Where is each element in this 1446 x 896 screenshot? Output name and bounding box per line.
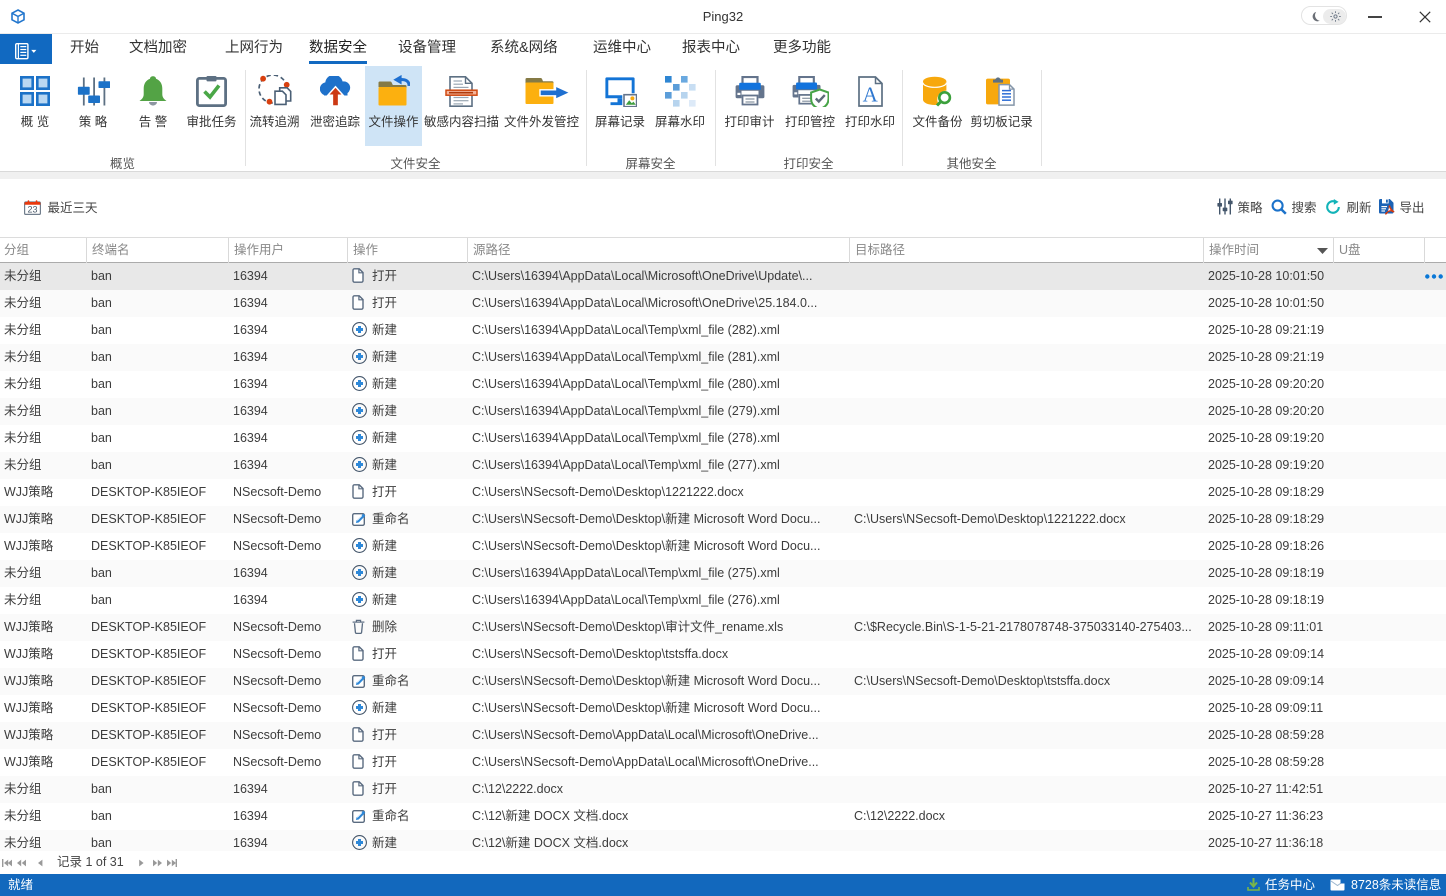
- svg-text:23: 23: [27, 205, 37, 215]
- svg-text:A: A: [862, 82, 878, 106]
